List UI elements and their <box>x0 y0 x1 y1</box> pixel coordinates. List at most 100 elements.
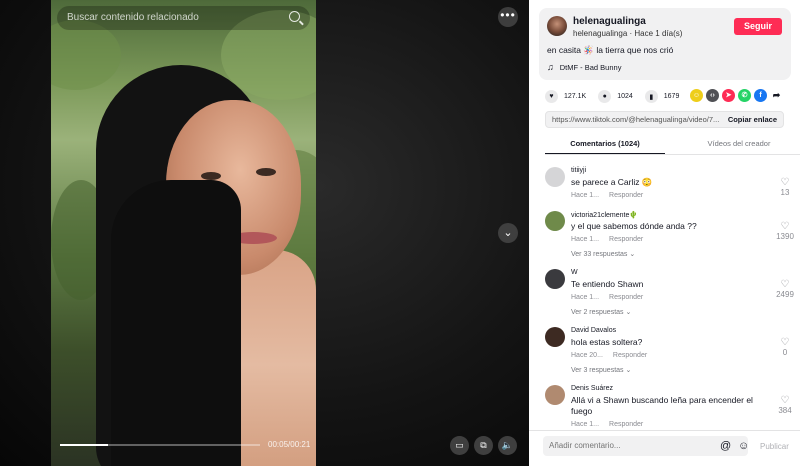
comment-item: victoria21clemente🌵 y el que sabemos dón… <box>545 207 795 265</box>
comment-text: se parece a Carliz 😳 <box>571 177 653 187</box>
comment-like-count: 0 <box>782 348 788 357</box>
comment-meta: Hace 20... Responder <box>571 352 647 359</box>
embed-share-icon[interactable]: ☺ <box>690 89 703 102</box>
next-video-button[interactable]: ⌄ <box>498 223 518 243</box>
emoji-icon[interactable]: ☺ <box>738 440 749 452</box>
author-username[interactable]: helenagualinga <box>573 16 646 27</box>
volume-icon: 🔈 <box>501 440 514 450</box>
comment-time: Hace 1... <box>571 421 600 428</box>
comment-icon: ● <box>598 90 612 103</box>
facebook-icon[interactable]: f <box>754 89 767 102</box>
comment-time: Hace 1... <box>571 294 600 301</box>
search-icon[interactable] <box>289 11 300 22</box>
music-note-icon: ♫ <box>547 62 554 72</box>
tab-comments[interactable]: Comentarios (1024) <box>545 139 665 154</box>
reply-button[interactable]: Responder <box>613 352 647 359</box>
comment-composer: @ ☺ Publicar <box>529 430 800 466</box>
video-progress-fill <box>60 444 108 446</box>
comment-button[interactable]: ● 1024 <box>598 90 633 103</box>
related-search-input[interactable]: Buscar contenido relacionado <box>57 6 310 30</box>
publish-button[interactable]: Publicar <box>760 442 789 451</box>
follow-button[interactable]: Seguir <box>734 18 782 35</box>
video-frame[interactable] <box>51 0 316 466</box>
volume-button[interactable]: 🔈 <box>498 436 517 455</box>
comment-like-count: 2499 <box>776 290 794 299</box>
reply-button[interactable]: Responder <box>609 421 643 428</box>
heart-outline-icon: ♡ <box>780 177 790 188</box>
floating-player-button[interactable]: ⧉ <box>474 436 493 455</box>
comment-username[interactable]: titiiyji <box>571 167 586 174</box>
music-title[interactable]: DtMF - Bad Bunny <box>560 63 622 72</box>
heart-icon: ♥ <box>545 90 558 103</box>
view-replies-button[interactable]: Ver 2 respuestas ⌄ <box>571 308 631 316</box>
comment-like-button[interactable]: ♡ 13 <box>775 177 795 198</box>
author-subline: helenagualinga · Hace 1 día(s) <box>573 29 683 38</box>
comment-item: titiiyji se parece a Carliz 😳 Hace 1... R… <box>545 163 795 211</box>
comment-meta: Hace 1... Responder <box>571 421 643 428</box>
bookmark-icon: ▮ <box>644 90 658 103</box>
comment-time: Hace 1... <box>571 192 600 199</box>
comment-like-button[interactable]: ♡ 0 <box>775 337 795 358</box>
comment-like-count: 1390 <box>776 232 794 241</box>
comment-username[interactable]: Denis Suárez <box>571 385 613 392</box>
comment-time: Hace 1... <box>571 236 600 243</box>
comment-item: David Davalos hola estas soltera? Hace 2… <box>545 323 795 381</box>
comment-item: Denis Suárez Allá vi a Shawn buscando le… <box>545 381 795 431</box>
engagement-stats: ♥ 127.1K ● 1024 ▮ 1679 <box>545 90 691 103</box>
tab-creator-videos[interactable]: Vídeos del creador <box>679 139 799 148</box>
captions-button[interactable]: ▭ <box>450 436 469 455</box>
comment-like-button[interactable]: ♡ 1390 <box>775 222 795 242</box>
comment-like-button[interactable]: ♡ 384 <box>775 395 795 416</box>
comment-count: 1024 <box>617 93 633 100</box>
save-button[interactable]: ▮ 1679 <box>644 90 680 103</box>
comment-like-count: 384 <box>778 406 792 415</box>
video-caption: en casita 🪅 la tierra que nos crió <box>547 45 674 55</box>
comment-text: Allá vi a Shawn buscando leña para encen… <box>571 395 753 416</box>
save-count: 1679 <box>663 93 680 100</box>
comment-time: Hace 20... <box>571 352 603 359</box>
video-link[interactable]: https://www.tiktok.com/@helenagualinga/v… <box>552 112 720 127</box>
mention-icon[interactable]: @ <box>720 440 731 452</box>
comment-meta: Hace 1... Responder <box>571 294 643 301</box>
details-panel: helenagualinga helenagualinga · Hace 1 d… <box>529 0 800 466</box>
reply-button[interactable]: Responder <box>609 192 643 199</box>
heart-outline-icon: ♡ <box>780 395 790 406</box>
share-arrow-icon[interactable]: ➦ <box>770 89 783 102</box>
comment-avatar[interactable] <box>545 211 565 231</box>
heart-outline-icon: ♡ <box>780 337 790 348</box>
subject-eye <box>201 172 221 180</box>
author-avatar[interactable] <box>547 16 567 36</box>
search-placeholder: Buscar contenido relacionado <box>67 12 199 23</box>
music-row[interactable]: ♫ DtMF - Bad Bunny <box>547 62 621 72</box>
view-replies-button[interactable]: Ver 3 respuestas ⌄ <box>571 366 631 374</box>
reply-button[interactable]: Responder <box>609 236 643 243</box>
reply-button[interactable]: Responder <box>609 294 643 301</box>
comment-avatar[interactable] <box>545 167 565 187</box>
comment-avatar[interactable] <box>545 385 565 405</box>
like-button[interactable]: ♥ 127.1K <box>545 90 586 103</box>
comment-like-button[interactable]: ♡ 2499 <box>775 279 795 300</box>
comment-username[interactable]: W <box>571 269 578 276</box>
comment-text: y el que sabemos dónde anda ?? <box>571 221 697 231</box>
like-count: 127.1K <box>564 93 587 100</box>
comment-username[interactable]: victoria21clemente🌵 <box>571 211 638 219</box>
comment-input[interactable] <box>543 436 748 456</box>
comment-like-count: 13 <box>780 188 790 197</box>
send-share-icon[interactable]: ➤ <box>722 89 735 102</box>
view-replies-button[interactable]: Ver 33 respuestas ⌄ <box>571 250 635 258</box>
heart-outline-icon: ♡ <box>780 279 790 290</box>
share-options: ☺ ‹› ➤ ✆ f ➦ <box>690 89 783 102</box>
comment-avatar[interactable] <box>545 269 565 289</box>
comment-username[interactable]: David Davalos <box>571 327 616 334</box>
video-player[interactable]: Buscar contenido relacionado ••• ⌄ 00:05… <box>0 0 529 466</box>
comment-meta: Hace 1... Responder <box>571 236 643 243</box>
comment-avatar[interactable] <box>545 327 565 347</box>
comment-meta: Hace 1... Responder <box>571 192 643 199</box>
code-share-icon[interactable]: ‹› <box>706 89 719 102</box>
captions-icon: ▭ <box>455 440 464 450</box>
copy-link-button[interactable]: Copiar enlace <box>728 112 777 127</box>
whatsapp-icon[interactable]: ✆ <box>738 89 751 102</box>
video-progress-bar[interactable] <box>60 444 260 446</box>
more-options-button[interactable]: ••• <box>498 7 518 27</box>
subject-hair-front <box>111 180 241 466</box>
